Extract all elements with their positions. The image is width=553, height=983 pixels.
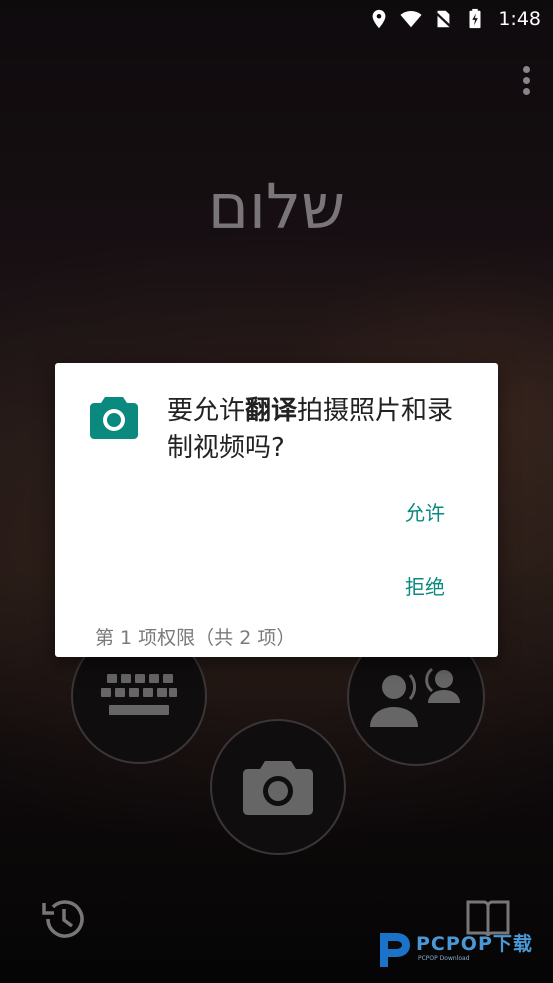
- status-time: 1:48: [498, 8, 541, 30]
- camera-input-button[interactable]: [210, 719, 346, 855]
- camera-icon: [90, 397, 138, 439]
- no-sim-icon: [434, 10, 453, 29]
- location-icon: [372, 9, 386, 29]
- permission-message: 要允许翻译拍摄照片和录制视频吗?: [167, 396, 454, 463]
- pcpop-logo-icon: [380, 933, 410, 967]
- history-icon[interactable]: [40, 895, 88, 943]
- status-bar: 1:48: [0, 0, 553, 38]
- battery-icon: [469, 8, 481, 29]
- more-options-icon[interactable]: [521, 66, 531, 98]
- permission-counter: 第 1 项权限（共 2 项）: [95, 627, 296, 649]
- permission-dialog: 要允许翻译拍摄照片和录制视频吗? 允许 拒绝 第 1 项权限（共 2 项）: [55, 363, 498, 657]
- watermark-brand: PCPOP下载: [416, 933, 533, 955]
- wifi-icon: [400, 11, 422, 28]
- keyboard-icon: [101, 674, 177, 715]
- deny-button[interactable]: 拒绝: [405, 571, 445, 600]
- camera-icon: [243, 761, 313, 815]
- translated-phrase: שלום: [207, 170, 346, 243]
- conversation-icon: [370, 667, 460, 727]
- allow-button[interactable]: 允许: [405, 497, 445, 526]
- watermark-logo: PCPOP下载 PCPOP Download: [374, 925, 549, 970]
- watermark-sub: PCPOP Download: [418, 955, 470, 962]
